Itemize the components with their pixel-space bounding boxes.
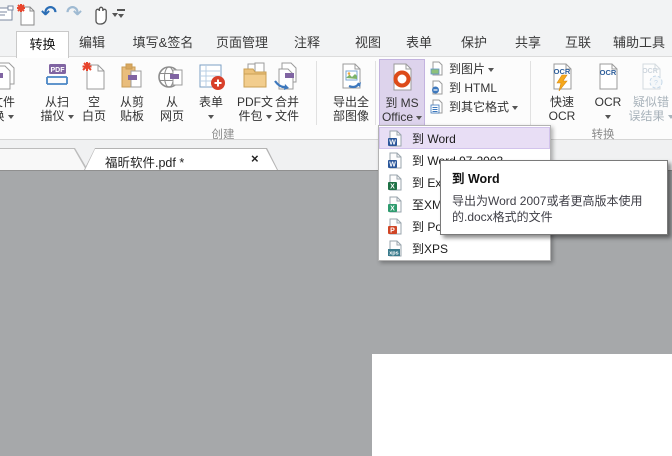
to-other-format-button[interactable]: 到其它格式 <box>430 98 518 117</box>
word-file-icon: W <box>387 152 402 169</box>
dropdown-arrow <box>488 68 494 72</box>
export-images-icon <box>328 59 374 95</box>
tab-view[interactable]: 视图 <box>354 29 382 57</box>
tooltip-body: 导出为Word 2007或者更高版本使用 的.docx格式的文件 <box>452 194 656 225</box>
to-image-icon <box>430 61 444 76</box>
svg-text:W: W <box>389 139 396 146</box>
pdf-page[interactable]: 福建福昕软件开发 化运营的 PDF 电子 式文档 OFD 标准 <box>372 354 672 456</box>
undo-icon[interactable]: ↶ <box>41 3 57 25</box>
dropdown-arrow <box>8 115 14 119</box>
dropdown-arrow <box>208 115 214 119</box>
to-html-icon <box>430 80 444 95</box>
document-tab-title: 福昕软件.pdf * <box>105 152 184 171</box>
ribbon: 文件 换 PDF 从扫 描仪 <box>0 57 672 140</box>
export-all-images-button[interactable]: 导出全 部图像 <box>328 59 374 137</box>
globe-icon <box>154 59 190 95</box>
close-tab-icon[interactable]: × <box>251 151 259 167</box>
menu-item-to-word[interactable]: W 到 Word <box>379 127 550 149</box>
svg-text:OCR: OCR <box>642 68 658 75</box>
tab-edit[interactable]: 编辑 <box>78 29 106 57</box>
dropdown-arrow <box>668 115 672 119</box>
form-field-icon[interactable] <box>0 3 14 30</box>
ocr-icon: OCR <box>588 59 628 95</box>
word-file-icon: W <box>387 130 402 147</box>
form-grid-icon <box>191 59 231 95</box>
to-other-format-icon <box>430 99 444 114</box>
dropdown-arrow <box>416 116 422 120</box>
hand-tool-icon[interactable] <box>89 3 111 31</box>
tab-connect[interactable]: 互联 <box>564 29 592 57</box>
tab-page-management[interactable]: 页面管理 <box>216 29 268 57</box>
svg-text:X: X <box>390 183 395 190</box>
ribbon-separator <box>375 61 376 125</box>
dropdown-arrow <box>605 115 611 119</box>
dropdown-arrow <box>512 106 518 110</box>
combine-icon <box>266 59 308 95</box>
foxit-window: ↶ ↷ 转换 编辑 填写&签名 页面管理 注释 视图 表单 保护 共享 互联 辅… <box>0 0 672 456</box>
ribbon-separator <box>530 61 531 125</box>
svg-text:OCR: OCR <box>600 68 617 77</box>
to-image-button[interactable]: 到图片 <box>430 60 494 79</box>
svg-text:W: W <box>389 161 396 168</box>
tooltip-title: 到 Word <box>452 168 656 187</box>
tab-convert[interactable]: 转换 <box>16 31 69 58</box>
menu-item-to-xps[interactable]: xps 到XPS <box>379 237 550 259</box>
convert-file-icon <box>0 59 26 95</box>
ribbon-tab-bar: 转换 编辑 填写&签名 页面管理 注释 视图 表单 保护 共享 互联 辅助工具 <box>0 29 672 57</box>
quick-ocr-icon: OCR <box>540 59 584 95</box>
ms-office-icon <box>380 60 424 96</box>
from-clipboard-button[interactable]: 从剪 贴板 <box>113 59 151 137</box>
svg-text:?: ? <box>654 80 658 87</box>
svg-text:xps: xps <box>389 250 398 256</box>
xps-file-icon: xps <box>387 240 402 257</box>
tab-accessibility[interactable]: 辅助工具 <box>612 29 666 57</box>
tab-share[interactable]: 共享 <box>514 29 542 57</box>
ribbon-separator <box>316 61 317 125</box>
svg-text:PDF: PDF <box>51 67 66 74</box>
quick-access-toolbar: ↶ ↷ <box>0 0 672 29</box>
new-document-icon[interactable] <box>15 3 37 32</box>
suspect-results-icon: OCR ? <box>626 59 672 95</box>
svg-text:P: P <box>390 227 395 234</box>
dropdown-arrow <box>68 115 74 119</box>
scanner-icon: PDF <box>35 59 79 95</box>
customize-toolbar-icon[interactable] <box>117 9 126 19</box>
convert-file-button[interactable]: 文件 换 <box>0 59 26 137</box>
xml-file-icon: X <box>387 196 402 213</box>
document-tab-stub[interactable] <box>0 148 88 170</box>
to-html-button[interactable]: 到 HTML <box>430 79 497 98</box>
to-word-tooltip: 到 Word 导出为Word 2007或者更高版本使用 的.docx格式的文件 <box>440 160 668 235</box>
tab-form[interactable]: 表单 <box>405 29 433 57</box>
from-scanner-button[interactable]: PDF 从扫 描仪 <box>35 59 79 137</box>
powerpoint-file-icon: P <box>387 218 402 235</box>
svg-text:OCR: OCR <box>554 67 571 76</box>
blank-page-button[interactable]: 空 白页 <box>76 59 112 137</box>
tab-protect[interactable]: 保护 <box>460 29 488 57</box>
blank-page-icon <box>76 59 112 95</box>
svg-text:X: X <box>390 205 395 212</box>
tab-comment[interactable]: 注释 <box>293 29 321 57</box>
redo-icon[interactable]: ↷ <box>66 3 82 25</box>
clipboard-icon <box>113 59 151 95</box>
tab-fill-sign[interactable]: 填写&签名 <box>132 29 194 57</box>
excel-file-icon: X <box>387 174 402 191</box>
